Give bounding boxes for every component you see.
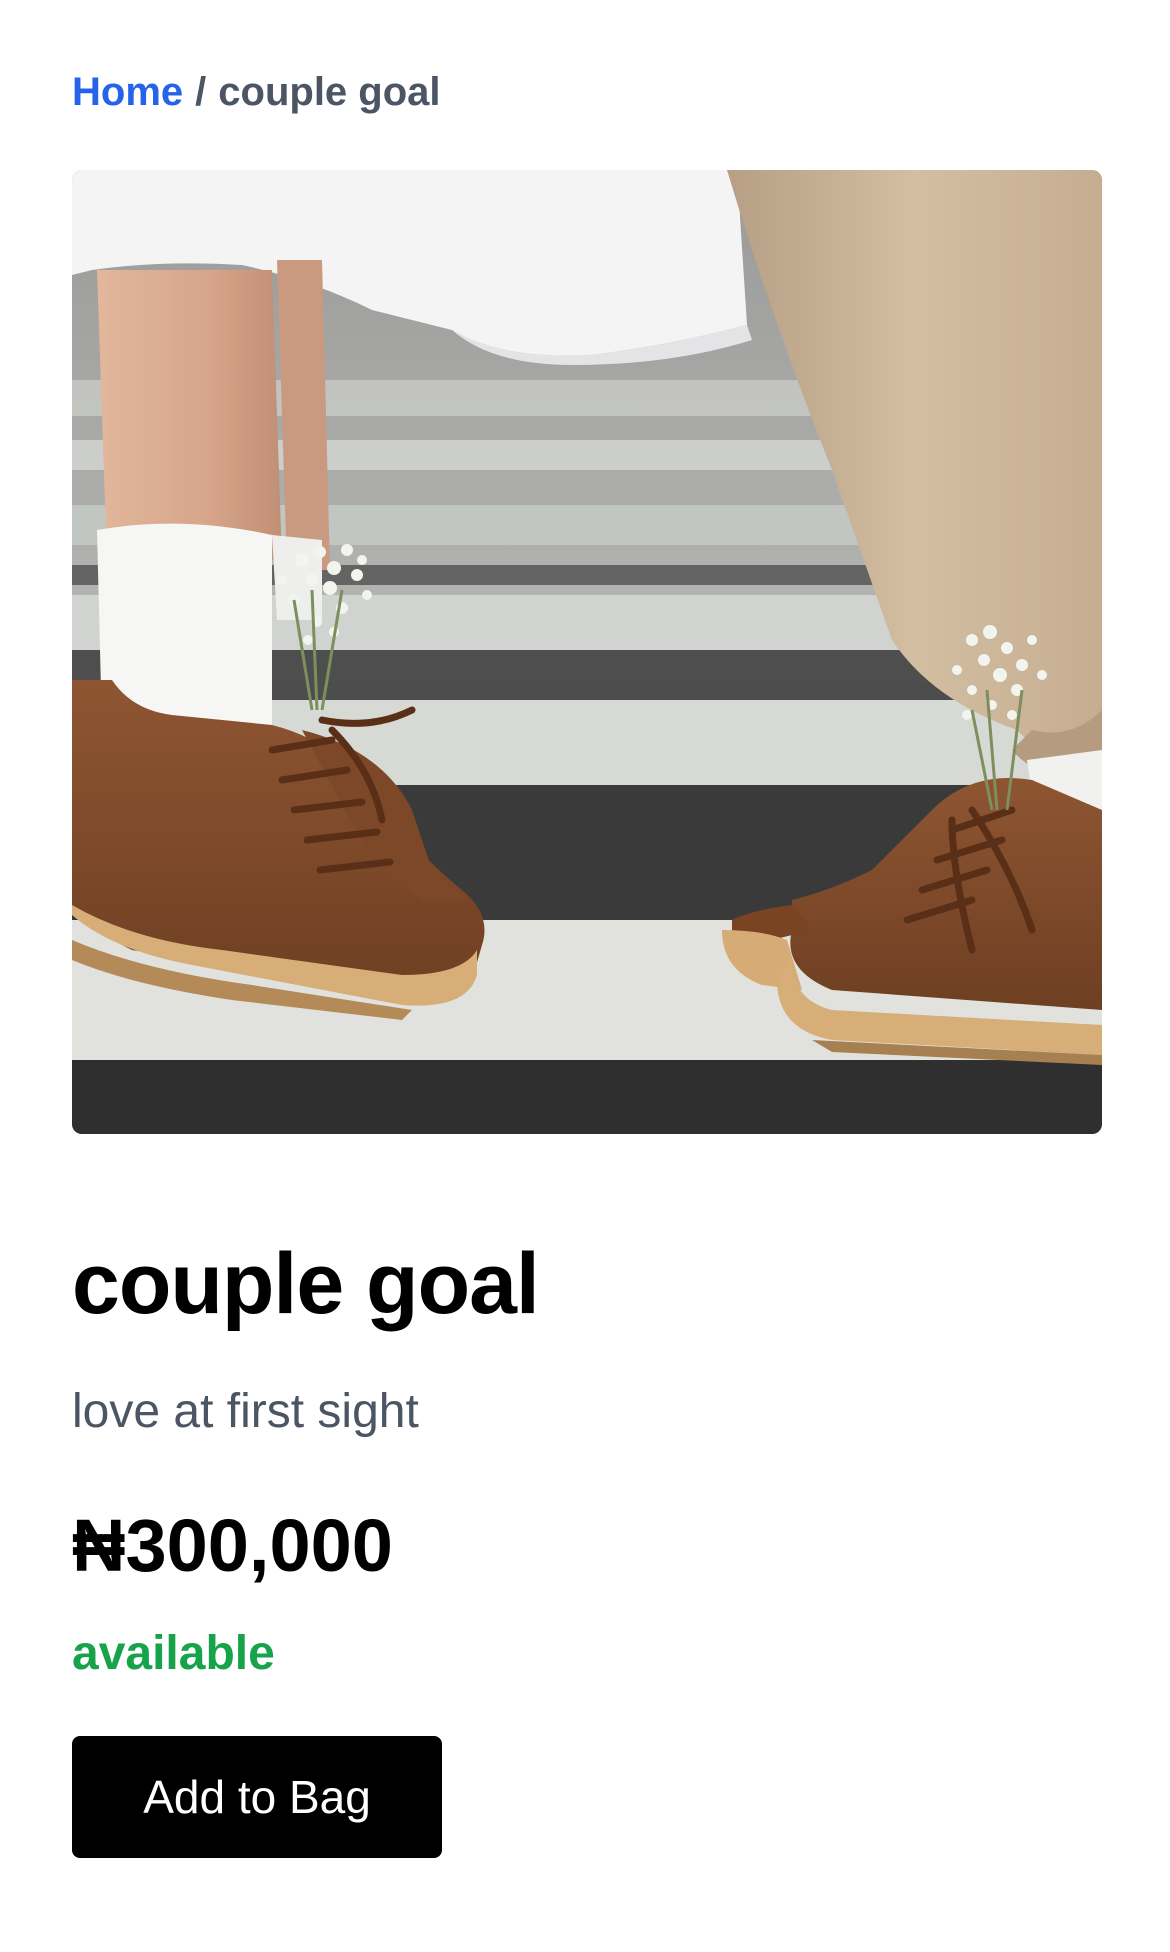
add-to-bag-button[interactable]: Add to Bag bbox=[72, 1736, 442, 1858]
breadcrumb-current: couple goal bbox=[218, 70, 441, 114]
breadcrumb-home-link[interactable]: Home bbox=[72, 70, 183, 114]
product-subtitle: love at first sight bbox=[72, 1385, 419, 1438]
availability-status: available bbox=[72, 1627, 275, 1680]
product-title: couple goal bbox=[72, 1236, 540, 1332]
product-price: ₦300,000 bbox=[72, 1504, 393, 1587]
breadcrumb-separator: / bbox=[195, 70, 207, 114]
breadcrumb: Home / couple goal bbox=[72, 68, 441, 116]
product-image bbox=[72, 170, 1102, 1134]
